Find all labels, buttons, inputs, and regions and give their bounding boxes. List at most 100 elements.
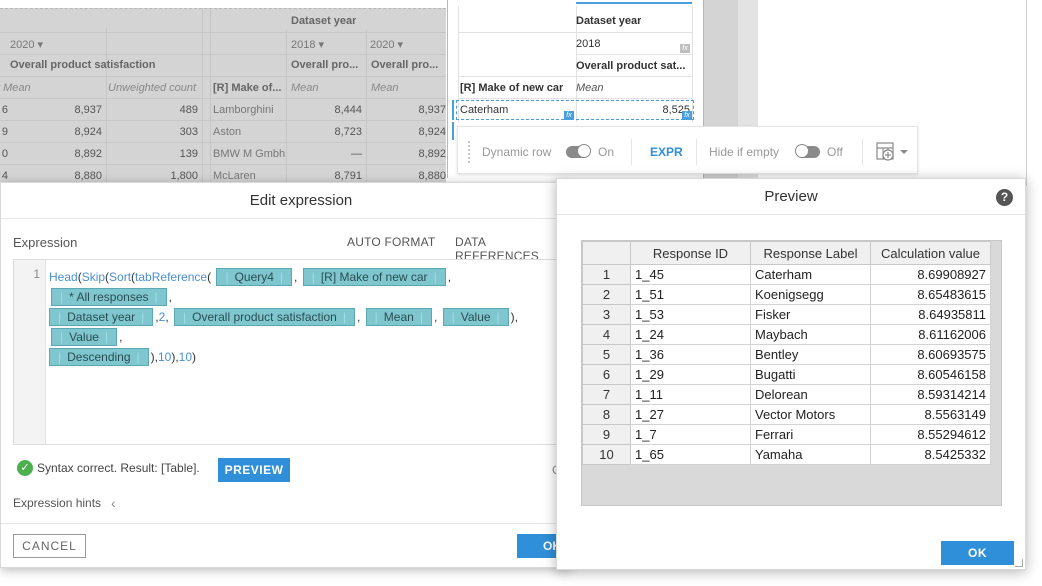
expression-hints-label: Expression hints [13,496,102,510]
fx-icon[interactable]: fx [682,111,692,120]
year-filter-2020-right[interactable]: 2020 ▾ [370,38,403,51]
data-reference-token[interactable]: [R] Make of new car [302,268,446,286]
dataset-year-header: Dataset year [576,15,642,27]
column-header: Overall pro... [371,59,439,71]
calculation-value-cell: 8.5425332 [870,444,991,465]
fx-icon[interactable]: fx [564,111,574,120]
response-id-cell: 1_24 [630,324,751,345]
response-label-cell: Fisker [750,304,871,325]
table-row[interactable]: 9 1_7 Ferrari 8.55294612 [582,424,991,445]
row-handle[interactable] [452,122,455,140]
response-id-cell: 1_11 [630,384,751,405]
response-label-cell: Ferrari [750,424,871,445]
cancel-button[interactable]: CANCEL [13,534,86,558]
column-subheader: Mean [291,82,319,94]
data-reference-token[interactable]: Descending [49,348,149,366]
expression-label: Expression [13,235,78,250]
drag-handle-icon[interactable] [468,141,471,163]
syntax-status-text: Syntax correct. Result: [Table]. [37,461,200,475]
dynamic-row-toggle[interactable] [566,144,591,158]
response-label-cell: Bugatti [750,364,871,385]
column-header[interactable]: Response Label [750,241,871,265]
row-number: 6 [582,364,631,385]
expression-hints-toggle[interactable]: Expression hints ‹ [13,495,116,511]
response-label-cell: Delorean [750,384,871,405]
calculation-value-cell: 8.60693575 [870,344,991,365]
response-label-cell: Koenigsegg [750,284,871,305]
caret-down-icon: ▾ [37,39,44,51]
year-filter-label: 2018 [291,39,316,51]
canvas-border [1026,0,1027,186]
table-row[interactable]: 1 1_45 Caterham 8.69908927 [582,264,991,285]
line-number: 1 [33,267,40,281]
data-reference-token[interactable]: * All responses [51,288,167,306]
help-icon[interactable]: ? [996,189,1013,206]
column-subheader: t Mean [0,82,31,94]
chevron-left-icon: ‹ [111,495,116,511]
response-label-cell: Maybach [750,324,871,345]
calculation-value-cell: 8.65483615 [870,284,991,305]
report-grid: 2020 ▾ Dataset year 2018 ▾ 2020 ▾ Overal… [0,8,446,186]
row-number: 5 [582,344,631,365]
year-filter-2020-left[interactable]: 2020 ▾ [10,38,43,51]
response-id-cell: 1_53 [630,304,751,325]
dynamic-row-label: Dynamic row [482,145,552,159]
table-row[interactable]: 3 1_53 Fisker 8.64935811 [582,304,991,325]
response-label-cell: Yamaha [750,444,871,465]
syntax-status: ✓ Syntax correct. Result: [Table]. [17,460,200,476]
row-label: Caterham [460,104,509,116]
data-reference-token[interactable]: Overall product satisfaction [174,308,355,326]
selected-row[interactable]: Caterham 8,525 [456,100,694,120]
line-gutter: 1 [14,260,46,444]
table-row[interactable]: 4 1_24 Maybach 8.61162006 [582,324,991,345]
year-cell[interactable]: 2018 [576,38,600,50]
column-header[interactable]: Response ID [630,241,751,265]
year-filter-label: 2020 [10,39,35,51]
calculation-value-cell: 8.64935811 [870,304,991,325]
calculation-value-cell: 8.55294612 [870,424,991,445]
row-number: 7 [582,384,631,405]
table-row[interactable]: 8 1_27 Vector Motors 8.5563149 [582,404,991,425]
caret-down-icon: ▾ [318,39,325,51]
expression-code[interactable]: Head(Skip(Sort(tabReference( Query4, [R]… [49,267,569,367]
response-id-cell: 1_27 [630,404,751,425]
row-number: 1 [582,264,631,285]
row-handle[interactable] [452,100,455,120]
table-row[interactable]: 6 1_29 Bugatti 8.60546158 [582,364,991,385]
dataset-year-header: Dataset year [291,15,357,27]
column-header[interactable]: Overall product sat... [576,60,690,72]
data-reference-token[interactable]: Mean [365,308,432,326]
column-header: Overall pro... [291,59,359,71]
preview-button[interactable]: PREVIEW [218,458,290,482]
row-number: 9 [582,424,631,445]
data-reference-token[interactable]: Query4 [216,268,293,286]
function-head: Head [49,270,78,284]
preview-ok-button[interactable]: OK [941,541,1014,565]
table-row[interactable]: 7 1_11 Delorean 8.59314214 [582,384,991,405]
hide-if-empty-toggle[interactable] [795,144,820,158]
row-header[interactable]: [R] Make of new car [460,82,563,94]
preview-table-frame: Response ID Response Label Calculation v… [581,240,1002,506]
expression-editor[interactable]: 1 Head(Skip(Sort(tabReference( Query4, [… [13,259,573,445]
fx-icon[interactable]: fx [680,44,690,53]
insert-table-menu-icon[interactable] [876,141,910,166]
year-filter-label: 2020 [370,39,395,51]
table-row[interactable]: 5 1_36 Bentley 8.60693575 [582,344,991,365]
year-filter-2018[interactable]: 2018 ▾ [291,38,324,51]
data-reference-token[interactable]: Value [442,308,509,326]
table-row[interactable]: 2 1_51 Koenigsegg 8.65483615 [582,284,991,305]
expr-button[interactable]: EXPR [650,145,683,159]
table-row[interactable]: 10 1_65 Yamaha 8.5425332 [582,444,991,465]
background-report-area: 2020 ▾ Dataset year 2018 ▾ 2020 ▾ Overal… [0,0,1042,186]
column-header[interactable]: Calculation value [870,241,991,265]
preview-dialog: Preview ? Response ID Response Label Cal… [556,178,1026,570]
grid-dashed-border [0,8,446,9]
function-tabreference: tabReference [135,270,208,284]
column-header: Overall product satisfaction [10,59,156,71]
auto-format-button[interactable]: AUTO FORMAT [347,235,435,249]
calculation-value-cell: 8.60546158 [870,364,991,385]
row-number: 4 [582,324,631,345]
data-reference-token[interactable]: Value [51,328,118,346]
resize-handle-icon[interactable] [1015,559,1023,567]
data-reference-token[interactable]: Dataset year [49,308,154,326]
